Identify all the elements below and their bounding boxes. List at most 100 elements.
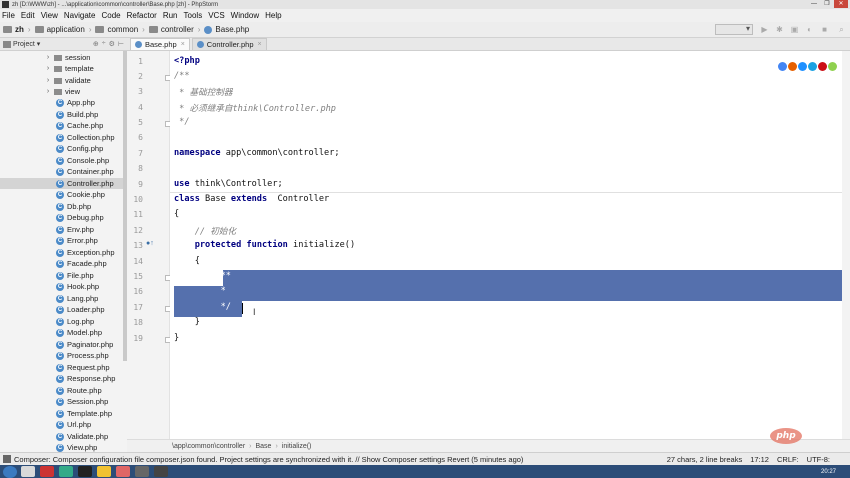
nav-crumb-application[interactable]: application (34, 25, 85, 34)
taskbar-app-icon[interactable] (40, 466, 54, 477)
tree-file[interactable]: C Validate.php (0, 431, 127, 442)
edge-icon[interactable] (828, 62, 837, 71)
menu-file[interactable]: File (2, 11, 15, 20)
tree-file[interactable]: C Env.php (0, 224, 127, 235)
tree-file[interactable]: C Exception.php (0, 247, 127, 258)
expand-arrow-icon[interactable]: › (44, 77, 52, 84)
tree-file[interactable]: C Template.php (0, 408, 127, 419)
tree-folder-view[interactable]: › view (0, 86, 127, 97)
close-tab-icon[interactable]: × (258, 41, 262, 48)
tree-file[interactable]: C Container.php (0, 166, 127, 177)
nav-crumb-controller[interactable]: controller (148, 25, 194, 34)
tree-folder-validate[interactable]: › validate (0, 75, 127, 86)
tree-file[interactable]: C Log.php (0, 316, 127, 327)
chrome-icon[interactable] (778, 62, 787, 71)
menu-navigate[interactable]: Navigate (64, 11, 96, 20)
start-button[interactable] (3, 465, 17, 478)
opera-icon[interactable] (818, 62, 827, 71)
collapse-icon[interactable]: ÷ (102, 40, 106, 48)
tree-file[interactable]: C Response.php (0, 373, 127, 384)
tree-file[interactable]: C Config.php (0, 143, 127, 154)
tree-file[interactable]: C Lang.php (0, 293, 127, 304)
breadcrumb-class[interactable]: Base (256, 443, 272, 450)
firefox-icon[interactable] (788, 62, 797, 71)
tree-file[interactable]: C View.php (0, 442, 127, 452)
override-marker-icon[interactable]: ●↑ (146, 240, 154, 247)
safari-icon[interactable] (798, 62, 807, 71)
status-message[interactable]: Composer: Composer configuration file co… (14, 455, 523, 464)
tab-base-php[interactable]: Base.php × (130, 38, 190, 50)
project-panel-title[interactable]: Project (13, 41, 35, 48)
tree-file[interactable]: C Process.php (0, 350, 127, 361)
menu-view[interactable]: View (41, 11, 58, 20)
line-separator[interactable]: CRLF: (777, 455, 799, 464)
tree-file[interactable]: C Model.php (0, 327, 127, 338)
close-button[interactable]: ✕ (834, 0, 848, 8)
tree-folder-template[interactable]: › template (0, 63, 127, 74)
code-editor[interactable]: <?php /** * 基础控制器 * 必须继承自think\Controlle… (170, 51, 842, 439)
tree-file[interactable]: C Build.php (0, 109, 127, 120)
menu-run[interactable]: Run (163, 11, 178, 20)
expand-arrow-icon[interactable]: › (44, 54, 52, 61)
coverage-icon[interactable]: ▣ (790, 25, 799, 34)
taskbar-app-icon[interactable] (97, 466, 111, 477)
close-tab-icon[interactable]: × (181, 41, 185, 48)
tree-file[interactable]: C Request.php (0, 362, 127, 373)
expand-arrow-icon[interactable]: › (44, 65, 52, 72)
ie-icon[interactable] (808, 62, 817, 71)
tree-file[interactable]: C Collection.php (0, 132, 127, 143)
hide-icon[interactable]: ⊢ (118, 40, 124, 48)
tree-file[interactable]: C Facade.php (0, 258, 127, 269)
taskbar-app-icon[interactable] (154, 466, 168, 477)
locate-icon[interactable]: ⊕ (93, 40, 99, 48)
tree-file-selected[interactable]: C Controller.php (0, 178, 127, 189)
tree-file[interactable]: C App.php (0, 97, 127, 108)
menu-window[interactable]: Window (231, 11, 259, 20)
chevron-down-icon[interactable]: ▾ (37, 40, 41, 48)
tree-file[interactable]: C Error.php (0, 235, 127, 246)
menu-help[interactable]: Help (265, 11, 281, 20)
taskbar-app-icon[interactable] (135, 466, 149, 477)
taskbar-app-icon[interactable] (21, 466, 35, 477)
taskbar-app-icon[interactable] (116, 466, 130, 477)
tree-file[interactable]: C Db.php (0, 201, 127, 212)
toggle-tool-windows-icon[interactable] (3, 455, 11, 463)
tree-file[interactable]: C Route.php (0, 385, 127, 396)
stop-icon[interactable]: ■ (820, 25, 829, 34)
tree-file[interactable]: C Loader.php (0, 304, 127, 315)
tab-controller-php[interactable]: Controller.php × (191, 38, 267, 50)
taskbar-app-icon[interactable] (59, 466, 73, 477)
tree-file[interactable]: C Console.php (0, 155, 127, 166)
menu-edit[interactable]: Edit (21, 11, 35, 20)
tree-file[interactable]: C Debug.php (0, 212, 127, 223)
maximize-button[interactable]: ❐ (821, 0, 833, 8)
run-icon[interactable]: ▶ (760, 25, 769, 34)
debug-icon[interactable]: ✱ (775, 25, 784, 34)
nav-crumb-common[interactable]: common (95, 25, 138, 34)
profile-icon[interactable]: ◐ (805, 25, 814, 34)
tree-file[interactable]: C Url.php (0, 419, 127, 430)
tree-file[interactable]: C Cache.php (0, 120, 127, 131)
tree-file[interactable]: C Paginator.php (0, 339, 127, 350)
tree-folder-session[interactable]: › session (0, 52, 127, 63)
minimize-button[interactable]: — (808, 0, 820, 8)
menu-vcs[interactable]: VCS (208, 11, 224, 20)
nav-crumb-project[interactable]: zh (3, 25, 24, 34)
tree-file[interactable]: C Session.php (0, 396, 127, 407)
breadcrumb-namespace[interactable]: \app\common\controller (172, 443, 245, 450)
run-configuration-select[interactable] (715, 24, 753, 35)
search-icon[interactable]: ⌕ (837, 25, 846, 34)
menu-code[interactable]: Code (101, 11, 120, 20)
breadcrumb-method[interactable]: initialize() (282, 443, 312, 450)
file-encoding[interactable]: UTF-8: (807, 455, 830, 464)
taskbar-app-icon[interactable] (78, 466, 92, 477)
tree-file[interactable]: C File.php (0, 270, 127, 281)
expand-arrow-icon[interactable]: › (44, 88, 52, 95)
caret-position[interactable]: 17:12 (750, 455, 769, 464)
tree-file[interactable]: C Hook.php (0, 281, 127, 292)
tree-file[interactable]: C Cookie.php (0, 189, 127, 200)
menu-refactor[interactable]: Refactor (127, 11, 157, 20)
menu-tools[interactable]: Tools (184, 11, 203, 20)
gear-icon[interactable]: ⚙ (109, 40, 115, 48)
nav-crumb-file[interactable]: Base.php (204, 25, 249, 34)
